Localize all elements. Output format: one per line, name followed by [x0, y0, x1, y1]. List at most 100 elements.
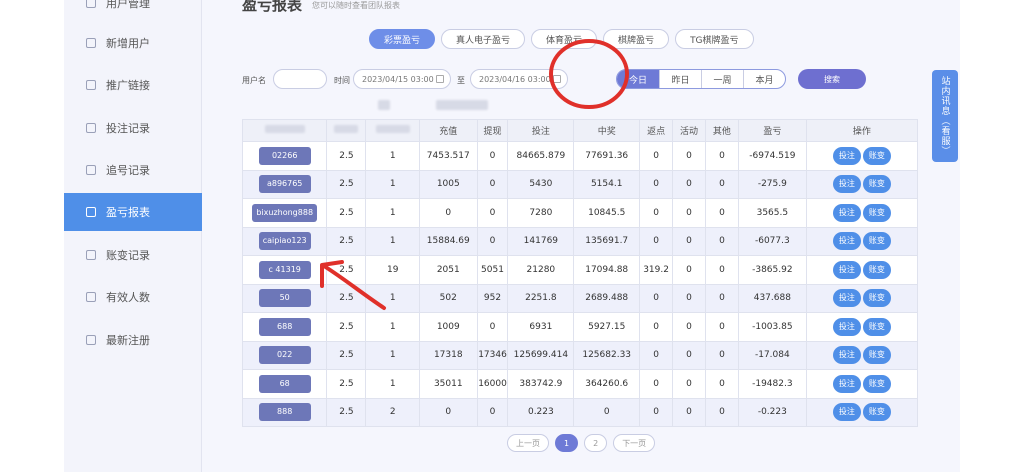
- table-cell: 135691.7: [573, 226, 641, 256]
- cell-actions: 投注 账变: [805, 141, 919, 171]
- username-badge: c 41319: [258, 260, 311, 279]
- sidebar-item-promo-link[interactable]: 推广链接: [64, 66, 202, 104]
- sidebar-item-balance-changes[interactable]: 账变记录: [64, 236, 202, 274]
- balance-change-button[interactable]: 账变: [862, 146, 891, 165]
- table-cell: -19482.3: [737, 369, 807, 399]
- table-cell: 17094.88: [573, 255, 641, 285]
- search-button[interactable]: 搜索: [798, 69, 866, 89]
- username-badge: 50: [258, 289, 311, 308]
- table-cell: 3565.5: [737, 198, 807, 228]
- table-row: 022 2.5 1 17318 17346 125699.414 125682.33 0 0 0-…: [241, 340, 919, 370]
- tab-tg-chess[interactable]: TG棋牌盈亏: [675, 29, 754, 49]
- cell-username: c 41319: [241, 255, 328, 285]
- table-cell: 35011: [418, 369, 478, 399]
- balance-change-button[interactable]: 账变: [862, 289, 891, 308]
- col-win: 中奖: [573, 119, 641, 142]
- bet-button[interactable]: 投注: [832, 175, 861, 194]
- bet-button[interactable]: 投注: [832, 346, 861, 365]
- table-cell: 319.2: [639, 255, 674, 285]
- table-cell: 0: [704, 255, 739, 285]
- table-cell: 0: [639, 141, 674, 171]
- table-cell: -1003.85: [737, 312, 807, 342]
- report-tabs: 彩票盈亏 真人电子盈亏 体育盈亏 棋牌盈亏 TG棋牌盈亏: [369, 29, 754, 49]
- username-badge: 022: [258, 346, 311, 365]
- username-input[interactable]: [273, 69, 327, 89]
- sidebar-item-chase-records[interactable]: 追号记录: [64, 151, 202, 189]
- bet-button[interactable]: 投注: [832, 146, 861, 165]
- balance-change-button[interactable]: 账变: [862, 403, 891, 422]
- table-cell: 2.5: [326, 340, 367, 370]
- page-1-button[interactable]: 1: [555, 434, 579, 452]
- table-cell: 2.5: [326, 255, 367, 285]
- tab-live-electronic[interactable]: 真人电子盈亏: [441, 29, 526, 49]
- table-row: 50 2.5 1 502 952 2251.8 2689.488 0 0 0 437.688 投注 账变: [241, 283, 919, 313]
- site-message-tab[interactable]: 站内讯息（看服）: [932, 70, 958, 162]
- balance-change-button[interactable]: 账变: [862, 260, 891, 279]
- end-time-input[interactable]: 2023/04/16 03:00: [470, 69, 568, 89]
- blurred-area: [436, 100, 488, 110]
- username-badge: 02266: [258, 146, 311, 165]
- bet-button[interactable]: 投注: [832, 289, 861, 308]
- table-row: caipiao123 2.5 1 15884.69 0 141769 135691.7 0 0 0…: [241, 226, 919, 256]
- table-cell: -6974.519: [737, 141, 807, 171]
- table-cell: 502: [418, 283, 478, 313]
- bet-button[interactable]: 投注: [832, 317, 861, 336]
- balance-change-button[interactable]: 账变: [862, 175, 891, 194]
- tab-chess[interactable]: 棋牌盈亏: [603, 29, 670, 49]
- balance-change-button[interactable]: 账变: [862, 374, 891, 393]
- bet-button[interactable]: 投注: [832, 374, 861, 393]
- sidebar-item-active-users[interactable]: 有效人数: [64, 278, 202, 316]
- username-badge: a896765: [258, 175, 311, 194]
- table-row: a896765 2.5 1 1005 0 5430 5154.1 0 0 0 -275.9 投注 账变: [241, 169, 919, 199]
- bet-button[interactable]: 投注: [832, 260, 861, 279]
- table-cell: 84665.879: [507, 141, 575, 171]
- tab-sports[interactable]: 体育盈亏: [531, 29, 598, 49]
- cell-username: bixuzhong888: [241, 198, 328, 228]
- app-frame: 用户管理 新增用户 推广链接 投注记录 追号记录 盈亏报表 账变记录 有效人数 …: [64, 0, 960, 472]
- table-cell: 0: [476, 312, 509, 342]
- range-selector: 今日 昨日 一周 本月: [616, 69, 786, 89]
- username-badge: 68: [258, 374, 311, 393]
- sidebar-item-add-user[interactable]: 新增用户: [64, 24, 202, 62]
- range-month[interactable]: 本月: [743, 70, 785, 88]
- prev-page-button[interactable]: 上一页: [507, 434, 549, 452]
- sidebar-item-new-registrations[interactable]: 最新注册: [64, 321, 202, 359]
- cell-username: 68: [241, 369, 328, 399]
- balance-change-button[interactable]: 账变: [862, 232, 891, 251]
- main-panel: 盈亏报表 您可以随时查看团队报表 彩票盈亏 真人电子盈亏 体育盈亏 棋牌盈亏 T…: [202, 0, 960, 472]
- range-today[interactable]: 今日: [617, 70, 659, 88]
- username-badge: 688: [258, 317, 311, 336]
- table-cell: 5051: [476, 255, 509, 285]
- range-week[interactable]: 一周: [701, 70, 743, 88]
- table-cell: 0: [672, 255, 706, 285]
- table-cell: 10845.5: [573, 198, 641, 228]
- bet-button[interactable]: 投注: [832, 403, 861, 422]
- table-cell: 2.5: [326, 169, 367, 199]
- bet-button[interactable]: 投注: [832, 232, 861, 251]
- balance-change-button[interactable]: 账变: [862, 203, 891, 222]
- sidebar-item-bet-records[interactable]: 投注记录: [64, 109, 202, 147]
- cell-username: caipiao123: [241, 226, 328, 256]
- table-cell: 0: [704, 198, 739, 228]
- table-cell: 0: [672, 169, 706, 199]
- tab-lottery[interactable]: 彩票盈亏: [369, 29, 436, 49]
- next-page-button[interactable]: 下一页: [613, 434, 656, 452]
- table-cell: -17.084: [737, 340, 807, 370]
- balance-change-button[interactable]: 账变: [862, 317, 891, 336]
- start-time-input[interactable]: 2023/04/15 03:00: [353, 69, 451, 89]
- sidebar-item-user-management[interactable]: 用户管理: [64, 0, 202, 22]
- table-cell: 1: [365, 169, 420, 199]
- bet-button[interactable]: 投注: [832, 203, 861, 222]
- page-2-button[interactable]: 2: [584, 434, 608, 452]
- table-cell: 0: [476, 226, 509, 256]
- balance-change-button[interactable]: 账变: [862, 346, 891, 365]
- range-yesterday[interactable]: 昨日: [659, 70, 701, 88]
- table-row: 688 2.5 1 1009 0 6931 5927.15 0 0 0 -1003.85 投注 账变: [241, 312, 919, 342]
- username-badge: caipiao123: [258, 232, 311, 251]
- sidebar: 用户管理 新增用户 推广链接 投注记录 追号记录 盈亏报表 账变记录 有效人数 …: [64, 0, 202, 472]
- time-label: 时间: [334, 76, 350, 85]
- sidebar-item-profit-report[interactable]: 盈亏报表: [64, 193, 202, 231]
- table-cell: 1: [365, 340, 420, 370]
- col-withdraw: 提现: [476, 119, 509, 142]
- table-cell: 0: [672, 198, 706, 228]
